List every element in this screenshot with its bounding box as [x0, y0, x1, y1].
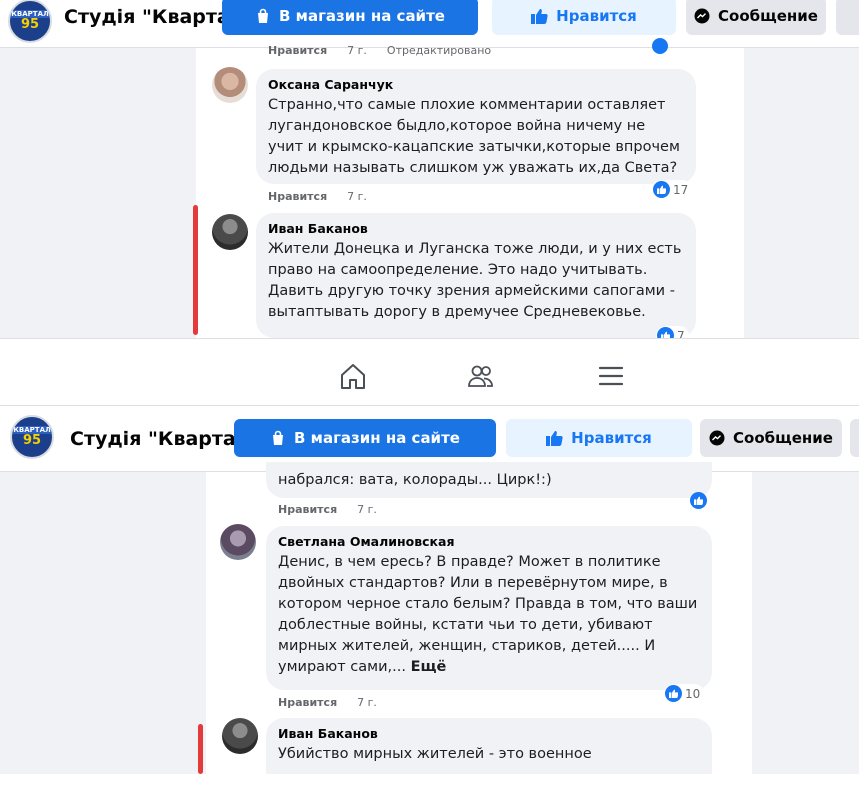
like-page-button[interactable]: Нравится [492, 0, 676, 35]
message-button-label: Сообщение [718, 7, 818, 25]
like-link[interactable]: Нравится [268, 190, 327, 203]
comment-time[interactable]: 7 г. [357, 503, 377, 516]
comment-text: Жители Донецка и Луганска тоже люди, и у… [268, 241, 682, 320]
shop-button-label: В магазин на сайте [294, 429, 460, 447]
avatar[interactable] [212, 67, 248, 103]
thumbs-up-icon [546, 430, 563, 446]
comment-time[interactable]: 7 г. [347, 44, 367, 57]
like-link[interactable]: Нравится [278, 696, 337, 709]
comment-meta: Нравится 7 г. [278, 696, 377, 709]
comment-time[interactable]: 7 г. [357, 696, 377, 709]
comment-meta: Нравится 7 г. [268, 190, 367, 203]
reaction-count[interactable]: 10 [664, 684, 705, 703]
shopping-bag-icon [270, 430, 286, 446]
like-reaction-icon [653, 181, 670, 198]
message-button[interactable]: Сообщение [686, 0, 826, 35]
red-marker [193, 205, 198, 335]
page-logo[interactable]: КВАРТАЛ 95 [8, 0, 52, 43]
shop-button[interactable]: В магазин на сайте [234, 419, 496, 457]
comment-text: набрался: вата, колорады... Цирк!:) [278, 472, 552, 488]
comment-meta: Нравится 7 г. [278, 503, 377, 516]
red-marker [198, 724, 203, 774]
reaction-number: 17 [673, 182, 689, 197]
message-button[interactable]: Сообщение [700, 419, 842, 457]
comment-text: Денис, в чем ересь? В правде? Может в по… [278, 552, 700, 678]
comment-bubble: Светлана Омалиновская Денис, в чем ересь… [266, 526, 712, 690]
messenger-icon [694, 8, 710, 24]
comment-text-body: Денис, в чем ересь? В правде? Может в по… [278, 554, 698, 675]
like-reaction-icon [665, 685, 682, 702]
edited-label: Отредактировано [386, 44, 492, 57]
see-more-link[interactable]: Ещё [411, 659, 447, 675]
like-reaction-icon [657, 327, 674, 338]
shop-button[interactable]: В магазин на сайте [222, 0, 478, 35]
comment-text: Странно,что самые плохие комментарии ост… [268, 97, 680, 176]
page-header: КВАРТАЛ 95 Студія "Кварта... В магазин н… [0, 0, 859, 48]
comment-meta: Нравится 7 г. Отредактировано [268, 44, 491, 57]
avatar[interactable] [220, 524, 256, 560]
reaction-count[interactable]: 7 [656, 326, 689, 338]
reaction-number: 7 [677, 328, 685, 339]
messenger-icon [709, 430, 725, 446]
comment-author[interactable]: Иван Баканов [278, 726, 700, 741]
bottom-screenshot: КВАРТАЛ 95 Студія "Кварта... В магазин н… [0, 406, 859, 774]
more-button[interactable] [850, 419, 859, 457]
like-link[interactable]: Нравится [268, 44, 327, 57]
reaction-count[interactable]: 17 [652, 180, 693, 199]
bottom-nav-bar [0, 338, 859, 406]
reaction-icon[interactable] [652, 38, 668, 54]
more-button[interactable] [836, 0, 859, 35]
comment-author[interactable]: Светлана Омалиновская [278, 534, 700, 549]
like-link[interactable]: Нравится [278, 503, 337, 516]
thumbs-up-icon [531, 8, 548, 24]
shop-button-label: В магазин на сайте [279, 7, 445, 25]
like-page-label: Нравится [556, 7, 637, 25]
comment-bubble: набрался: вата, колорады... Цирк!:) [266, 462, 712, 498]
comment-bubble: Иван Баканов Жители Донецка и Луганска т… [256, 213, 696, 338]
menu-icon[interactable] [594, 359, 628, 393]
comment-bubble: Иван Баканов Убийство мирных жителей - э… [266, 718, 712, 774]
avatar[interactable] [212, 214, 248, 250]
shopping-bag-icon [255, 8, 271, 24]
page-logo[interactable]: КВАРТАЛ 95 [10, 415, 54, 459]
home-icon[interactable] [336, 359, 370, 393]
comment-author[interactable]: Оксана Саранчук [268, 77, 684, 92]
reaction-number: 10 [685, 686, 701, 701]
like-reaction-icon[interactable] [690, 492, 707, 509]
page-name[interactable]: Студія "Кварта... [70, 428, 257, 450]
top-screenshot: КВАРТАЛ 95 Студія "Кварта... В магазин н… [0, 0, 859, 338]
comment-bubble: Оксана Саранчук Странно,что самые плохие… [256, 69, 696, 184]
avatar[interactable] [222, 718, 258, 754]
comment-time[interactable]: 7 г. [347, 190, 367, 203]
friends-icon[interactable] [464, 359, 498, 393]
comment-author[interactable]: Иван Баканов [268, 221, 684, 236]
message-button-label: Сообщение [733, 429, 833, 447]
like-page-button[interactable]: Нравится [506, 419, 692, 457]
comment-text: Убийство мирных жителей - это военное [278, 746, 592, 762]
like-page-label: Нравится [571, 429, 652, 447]
